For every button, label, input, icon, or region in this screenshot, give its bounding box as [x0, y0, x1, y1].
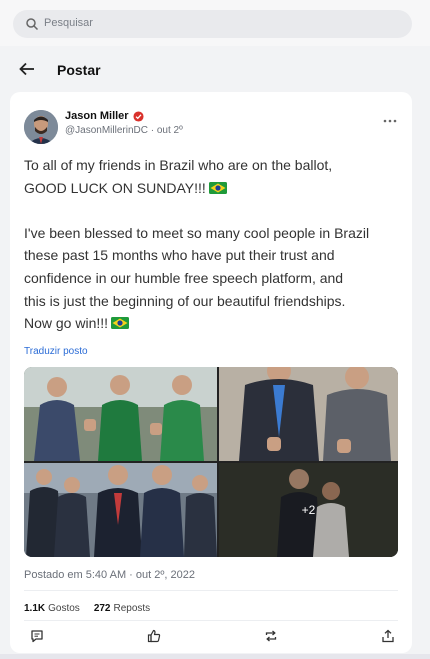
search-icon	[26, 18, 39, 31]
reposts-label: Reposts	[113, 603, 151, 614]
photo-3[interactable]	[24, 463, 217, 557]
post-stats: 1.1K Gostos 272 Reposts	[24, 603, 164, 614]
author-handle[interactable]: @JasonMillerinDC	[65, 125, 148, 136]
brazil-flag-icon	[208, 181, 227, 194]
brazil-flag-icon	[111, 317, 130, 330]
photo-grid: +2	[24, 367, 398, 557]
post-text-line: GOOD LUCK ON SUNDAY!!!	[24, 177, 404, 200]
comment-icon[interactable]	[30, 629, 44, 643]
likes-count: 1.1K	[24, 603, 46, 614]
post-text-segment: GOOD LUCK ON SUNDAY!!!	[24, 179, 206, 196]
likes-label: Gostos	[48, 603, 80, 614]
search-bar[interactable]: Pesquisar	[13, 10, 412, 38]
post-timestamp: Postado em 5:40 AM · out 2º, 2022	[24, 569, 195, 581]
thumbs-up-icon[interactable]	[147, 629, 161, 643]
divider	[24, 620, 398, 621]
repost-icon[interactable]	[264, 629, 278, 643]
more-horizontal-icon[interactable]	[382, 118, 398, 124]
photo-2[interactable]	[219, 367, 398, 461]
reposts-count: 272	[93, 603, 111, 614]
share-icon[interactable]	[381, 629, 395, 643]
post-text-line: this is just the beginning of our beauti…	[24, 292, 346, 309]
more-photos-count: +2	[301, 503, 316, 517]
post-text-line: To all of my friends in Brazil who are o…	[24, 157, 333, 173]
post-text-line: confidence in our humble free speech pla…	[24, 269, 344, 286]
post-text-line: I've been blessed to meet so many cool p…	[24, 224, 370, 241]
bottom-strip	[0, 654, 430, 659]
verified-badge-icon	[133, 110, 144, 122]
post-text-line: Now go win!!!	[24, 312, 404, 335]
page-title: Postar	[57, 62, 101, 78]
author-handle-row: @JasonMillerinDC · out 2º	[65, 125, 183, 136]
arrow-left-icon[interactable]	[18, 60, 36, 78]
search-input[interactable]: Pesquisar	[44, 17, 93, 29]
post-text: To all of my friends in Brazil who are o…	[24, 154, 404, 335]
photo-1[interactable]	[24, 367, 217, 461]
photo-2-image	[219, 367, 398, 461]
photo-1-image	[24, 367, 217, 461]
handle-separator: ·	[150, 125, 155, 136]
post-text-line: these past 15 months who have put their …	[24, 247, 335, 264]
post-date: out 2º	[156, 125, 183, 136]
top-bar: Pesquisar	[0, 0, 430, 46]
photo-3-image	[24, 463, 217, 557]
avatar[interactable]	[24, 110, 58, 144]
divider	[24, 590, 398, 591]
photo-4[interactable]: +2	[219, 463, 398, 557]
author-row: Jason Miller	[65, 110, 144, 122]
translate-link[interactable]: Traduzir posto	[24, 346, 88, 357]
more-photos-overlay[interactable]: +2	[219, 463, 398, 557]
reposts-stat[interactable]: 272 Reposts	[94, 603, 150, 614]
post-actions	[24, 629, 398, 645]
post-text-segment: Now go win!!!	[24, 315, 109, 332]
post-card: Jason Miller @JasonMillerinDC · out 2º T…	[10, 92, 412, 653]
author-name[interactable]: Jason Miller	[65, 110, 129, 122]
page-header: Postar	[0, 46, 430, 92]
likes-stat[interactable]: 1.1K Gostos	[24, 603, 80, 614]
avatar-image	[24, 110, 58, 144]
